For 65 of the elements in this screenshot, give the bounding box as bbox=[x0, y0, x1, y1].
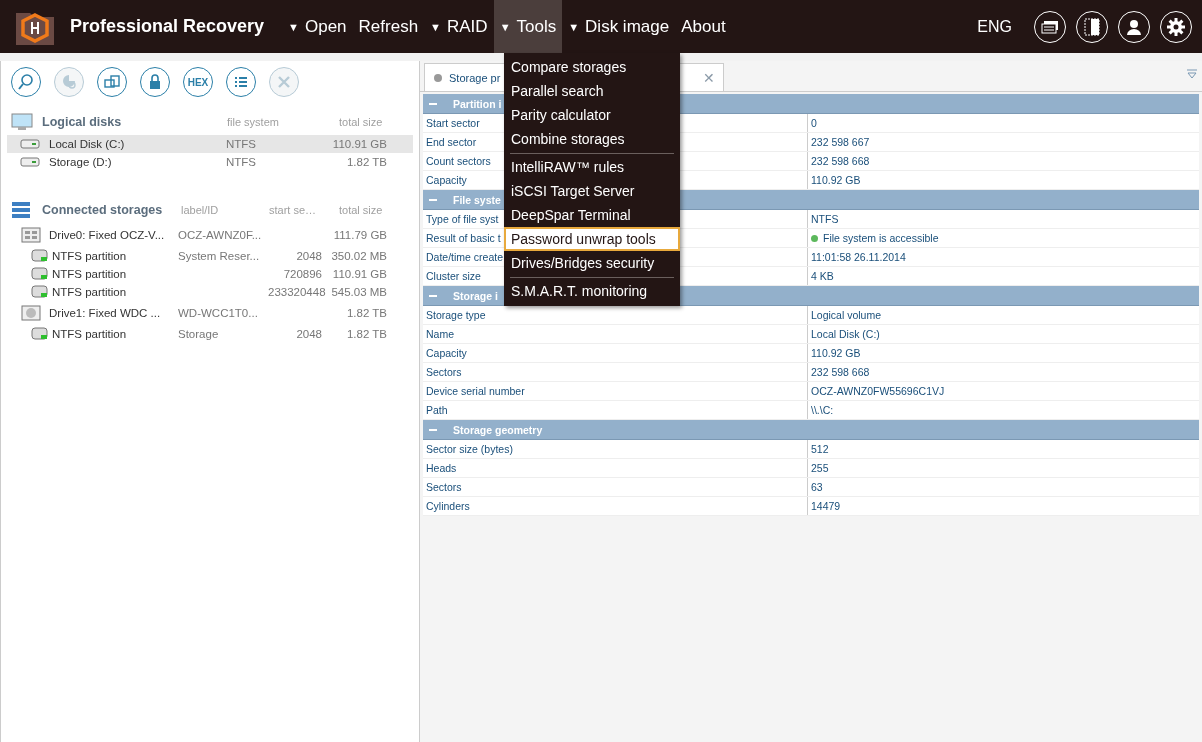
size-cell-text: 110.91 GB bbox=[331, 138, 387, 150]
section-title: Connected storages bbox=[42, 203, 164, 217]
tab-title: Storage pr bbox=[449, 71, 501, 84]
property-value: NTFS bbox=[810, 213, 839, 225]
app-title: Professional Recovery bbox=[70, 16, 265, 37]
size-cell-text: 1.82 TB bbox=[345, 328, 387, 340]
column-header: file system bbox=[227, 116, 280, 128]
start-sector-cell-text: 720896 bbox=[282, 268, 322, 280]
property-value: File system is accessible bbox=[808, 232, 939, 244]
property-value: 4 KB bbox=[810, 270, 834, 282]
size-cell-text: 1.82 TB bbox=[345, 307, 387, 319]
group-title: File syste bbox=[453, 193, 501, 206]
disk-name: Storage (D:) bbox=[49, 156, 113, 168]
property-value: Logical volume bbox=[810, 309, 882, 321]
drive-name: Drive1: Fixed WDC ... bbox=[49, 307, 162, 319]
label-cell-text: WD-WCC1T0... bbox=[178, 307, 259, 319]
column-header: start se… bbox=[269, 204, 318, 216]
drive-name: Drive0: Fixed OCZ-V... bbox=[49, 229, 166, 241]
disk-name: Local Disk (C:) bbox=[49, 138, 126, 150]
size-cell-text: 1.82 TB bbox=[345, 156, 387, 168]
label-cell-text: Storage bbox=[178, 328, 220, 340]
property-value: 232 598 668 bbox=[810, 366, 870, 378]
property-value: 0 bbox=[810, 117, 817, 129]
property-value: Local Disk (C:) bbox=[810, 328, 880, 340]
property-value: \\.\C: bbox=[810, 404, 834, 416]
partition-name: NTFS partition bbox=[52, 328, 128, 340]
property-value: 232 598 668 bbox=[810, 155, 870, 167]
start-sector-cell-text: 2048 bbox=[295, 250, 322, 262]
label-cell-text: OCZ-AWNZ0F... bbox=[178, 229, 263, 241]
property-value: 110.92 GB bbox=[810, 174, 861, 186]
partition-name: NTFS partition bbox=[52, 250, 128, 262]
property-name: Name bbox=[423, 325, 808, 343]
property-name: Heads bbox=[423, 459, 808, 477]
file-system-cell-text: NTFS bbox=[226, 138, 258, 150]
column-header: total size bbox=[339, 204, 383, 216]
property-name: Cylinders bbox=[423, 497, 808, 515]
size-cell-text: 110.91 GB bbox=[331, 268, 387, 280]
property-name: Sectors bbox=[423, 478, 808, 496]
property-value: 232 598 667 bbox=[810, 136, 870, 148]
property-value: 11:01:58 26.11.2014 bbox=[810, 251, 906, 263]
size-cell-text: 111.79 GB bbox=[332, 229, 387, 241]
property-value: 14479 bbox=[810, 500, 841, 512]
column-header: label/ID bbox=[181, 204, 220, 216]
property-value: 63 bbox=[810, 481, 823, 493]
size-cell-text: 350.02 MB bbox=[330, 250, 387, 262]
group-title: Storage geometry bbox=[453, 423, 543, 436]
property-value: 512 bbox=[810, 443, 829, 455]
property-name: Capacity bbox=[423, 344, 808, 362]
property-name: Sectors bbox=[423, 363, 808, 381]
partition-name: NTFS partition bbox=[52, 268, 128, 280]
property-name: Path bbox=[423, 401, 808, 419]
property-value: 255 bbox=[810, 462, 829, 474]
start-sector-cell-text: 2048 bbox=[295, 328, 322, 340]
partition-name: NTFS partition bbox=[52, 286, 128, 298]
property-value: OCZ-AWNZ0FW55696C1VJ bbox=[810, 385, 945, 397]
column-header: total size bbox=[339, 116, 383, 128]
group-title: Storage i bbox=[453, 289, 498, 302]
label-cell-text: System Reser... bbox=[178, 250, 261, 262]
size-cell-text: 545.03 MB bbox=[330, 286, 387, 298]
property-name: Device serial number bbox=[423, 382, 808, 400]
property-value: 110.92 GB bbox=[810, 347, 861, 359]
property-name: Sector size (bytes) bbox=[423, 440, 808, 458]
section-title: Logical disks bbox=[42, 115, 123, 129]
file-system-cell-text: NTFS bbox=[226, 156, 258, 168]
group-title: Partition i bbox=[453, 97, 502, 110]
